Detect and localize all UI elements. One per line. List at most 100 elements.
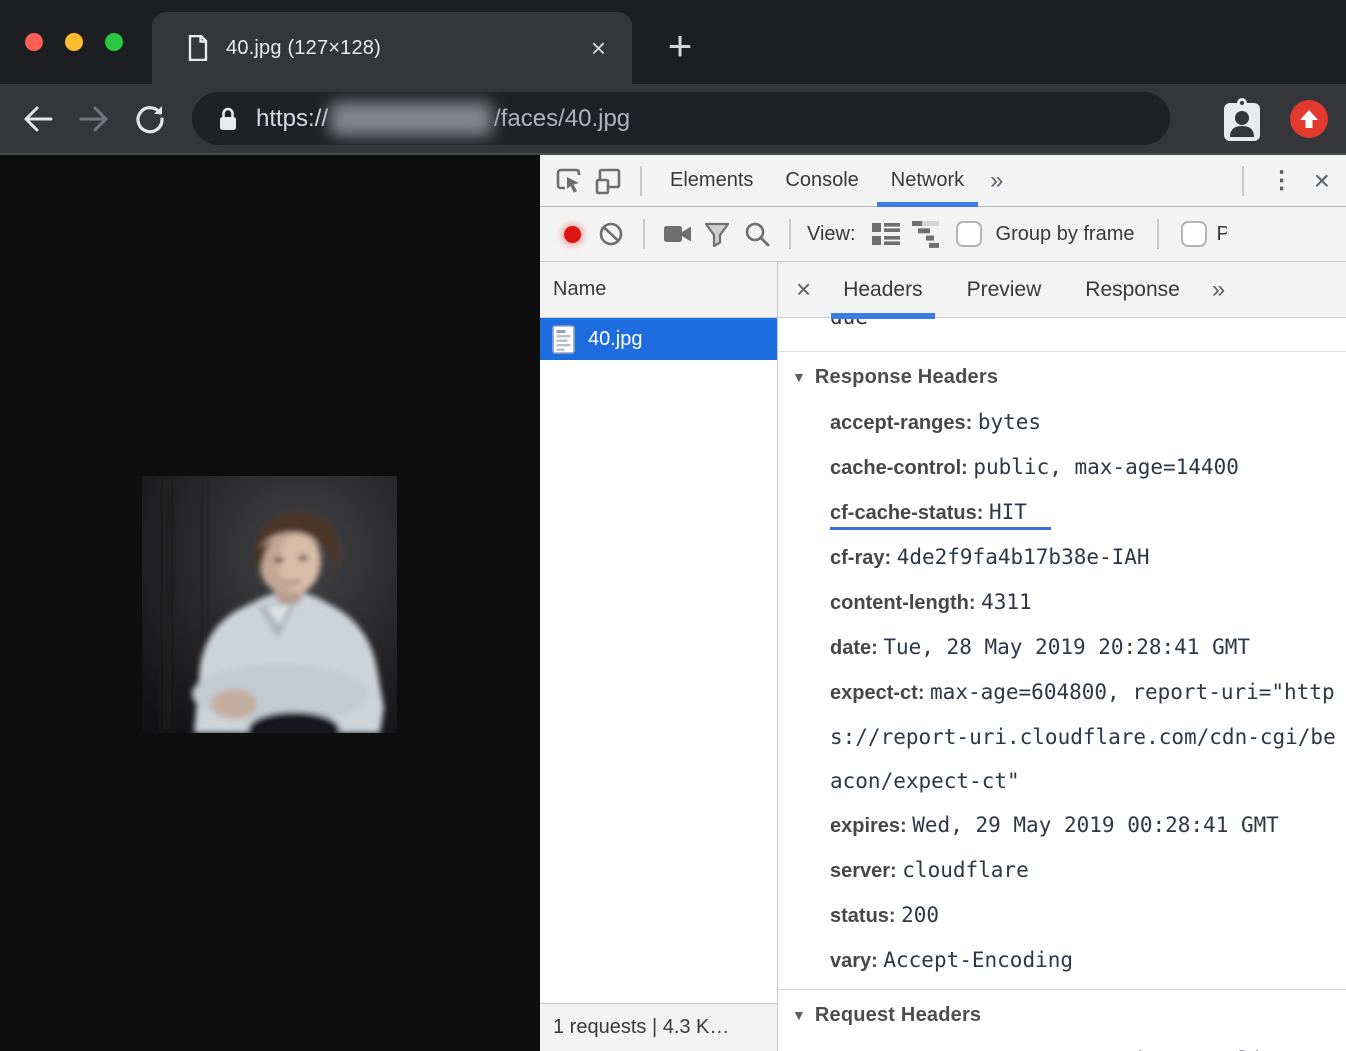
address-bar[interactable]: https:// /faces/40.jpg [192, 92, 1170, 145]
tab-elements[interactable]: Elements [654, 155, 769, 207]
header-name: accept-ranges: [830, 412, 978, 434]
detail-more-tabs-icon[interactable]: » [1202, 276, 1235, 304]
header-value: HIT [989, 500, 1027, 524]
preserve-log-checkbox[interactable] [1181, 221, 1207, 247]
arrow-up-icon [1298, 108, 1320, 130]
header-name: cf-cache-status: [830, 502, 989, 524]
window-zoom-button[interactable] [105, 33, 123, 51]
lock-icon [218, 106, 238, 132]
request-row-40jpg[interactable]: 40.jpg [540, 318, 777, 360]
browser-tab[interactable]: 40.jpg (127×128) × [152, 12, 632, 84]
header-value: Tue, 28 May 2019 20:28:41 GMT [883, 635, 1250, 659]
group-by-frame-label: Group by frame [996, 223, 1135, 246]
clear-button[interactable] [591, 214, 631, 254]
header-row: cache-control: public, max-age=14400 [830, 445, 1342, 490]
detail-close-icon[interactable]: × [796, 274, 811, 305]
header-name: expect-ct: [830, 682, 930, 704]
url-scheme: https:// [256, 105, 328, 133]
profile-avatar-icon[interactable] [1222, 95, 1262, 143]
header-row: status: 200 [830, 893, 1342, 938]
header-value: bytes [978, 410, 1041, 434]
header-row: cf-ray: 4de2f9fa4b17b38e-IAH [830, 535, 1342, 580]
header-name: expires: [830, 815, 912, 837]
network-toolbar: View: Group by frame P [540, 207, 1346, 262]
reload-button[interactable] [122, 91, 178, 147]
filter-funnel-icon [704, 222, 730, 247]
header-row: content-length: 4311 [830, 580, 1342, 625]
clear-icon [598, 221, 624, 247]
tab-network[interactable]: Network [875, 155, 980, 207]
view-label: View: [807, 223, 856, 246]
header-row: accept-ranges: bytes [830, 400, 1342, 445]
header-row: server: cloudflare [830, 848, 1342, 893]
header-name: content-length: [830, 592, 981, 614]
response-headers-list: accept-ranges: bytescache-control: publi… [778, 400, 1346, 983]
list-view-icon [872, 222, 900, 246]
tab-response[interactable]: Response [1079, 262, 1186, 318]
device-toolbar-button[interactable] [588, 161, 628, 201]
header-name: cache-control: [830, 457, 973, 479]
group-by-frame-checkbox[interactable] [956, 221, 982, 247]
document-icon [552, 325, 575, 354]
browser-update-button[interactable] [1290, 100, 1328, 138]
headers-content[interactable]: due ▼ Response Headers accept-ranges: by… [778, 318, 1346, 1051]
window-close-button[interactable] [25, 33, 43, 51]
filter-button[interactable] [697, 214, 737, 254]
divider [643, 219, 645, 249]
devtools-close-icon[interactable]: × [1308, 165, 1346, 197]
tab-close-icon[interactable]: × [591, 35, 606, 61]
devtools-tabbar: Elements Console Network » ⋮ × [540, 155, 1346, 207]
inspect-cursor-icon [555, 167, 582, 194]
detail-pane: × Headers Preview Response » due ▼ Respo… [778, 262, 1346, 1051]
view-list-button[interactable] [866, 214, 906, 254]
tab-headers[interactable]: Headers [837, 262, 928, 318]
header-name: status: [830, 905, 901, 927]
more-tabs-icon[interactable]: » [980, 167, 1013, 195]
record-button[interactable] [564, 226, 581, 243]
photo-40jpg [142, 476, 397, 733]
scrolled-text-fragment: due [830, 318, 1346, 331]
divider [789, 219, 791, 249]
divider [1157, 219, 1159, 249]
header-row: :authority: serve-assets-workers-toolin [830, 1038, 1342, 1051]
header-name: cf-ray: [830, 547, 897, 569]
response-headers-section-title[interactable]: ▼ Response Headers [778, 360, 1346, 394]
header-value: 4de2f9fa4b17b38e-IAH [897, 545, 1150, 569]
header-name: vary: [830, 950, 883, 972]
tab-console[interactable]: Console [769, 155, 874, 207]
url-host-redacted [330, 102, 492, 136]
devtools-panel: Elements Console Network » ⋮ × [540, 155, 1346, 1051]
collapse-triangle-icon[interactable]: ▼ [792, 369, 806, 385]
capture-screenshots-button[interactable] [657, 214, 697, 254]
name-column-header[interactable]: Name [540, 262, 777, 318]
browser-toolbar: https:// /faces/40.jpg [0, 84, 1346, 153]
request-headers-list: :authority: serve-assets-workers-toolin [778, 1038, 1346, 1051]
new-tab-button[interactable]: + [652, 18, 708, 74]
collapse-triangle-icon[interactable]: ▼ [792, 1007, 806, 1023]
header-row: vary: Accept-Encoding [830, 938, 1342, 983]
forward-button[interactable] [66, 91, 122, 147]
header-value: Wed, 29 May 2019 00:28:41 GMT [912, 813, 1279, 837]
request-headers-section-title[interactable]: ▼ Request Headers [778, 998, 1346, 1032]
header-value: 4311 [981, 590, 1032, 614]
view-waterfall-button[interactable] [906, 214, 946, 254]
window-minimize-button[interactable] [65, 33, 83, 51]
tab-title: 40.jpg (127×128) [226, 37, 591, 60]
tab-preview[interactable]: Preview [961, 262, 1048, 318]
header-row: expect-ct: max-age=604800, report-uri="h… [830, 670, 1342, 803]
section-divider [778, 351, 1346, 352]
section-divider [778, 989, 1346, 990]
offscreen-label-fragment: P [1217, 223, 1227, 246]
search-icon [744, 221, 770, 247]
header-name: date: [830, 637, 883, 659]
back-button[interactable] [10, 91, 66, 147]
header-value: Accept-Encoding [883, 948, 1073, 972]
divider [640, 166, 642, 196]
devtools-menu-icon[interactable]: ⋮ [1256, 166, 1308, 195]
device-toolbar-icon [594, 167, 622, 195]
search-button[interactable] [737, 214, 777, 254]
inspect-element-button[interactable] [548, 161, 588, 201]
header-row: expires: Wed, 29 May 2019 00:28:41 GMT [830, 803, 1342, 848]
reload-icon [134, 103, 166, 135]
request-name: 40.jpg [588, 328, 643, 351]
